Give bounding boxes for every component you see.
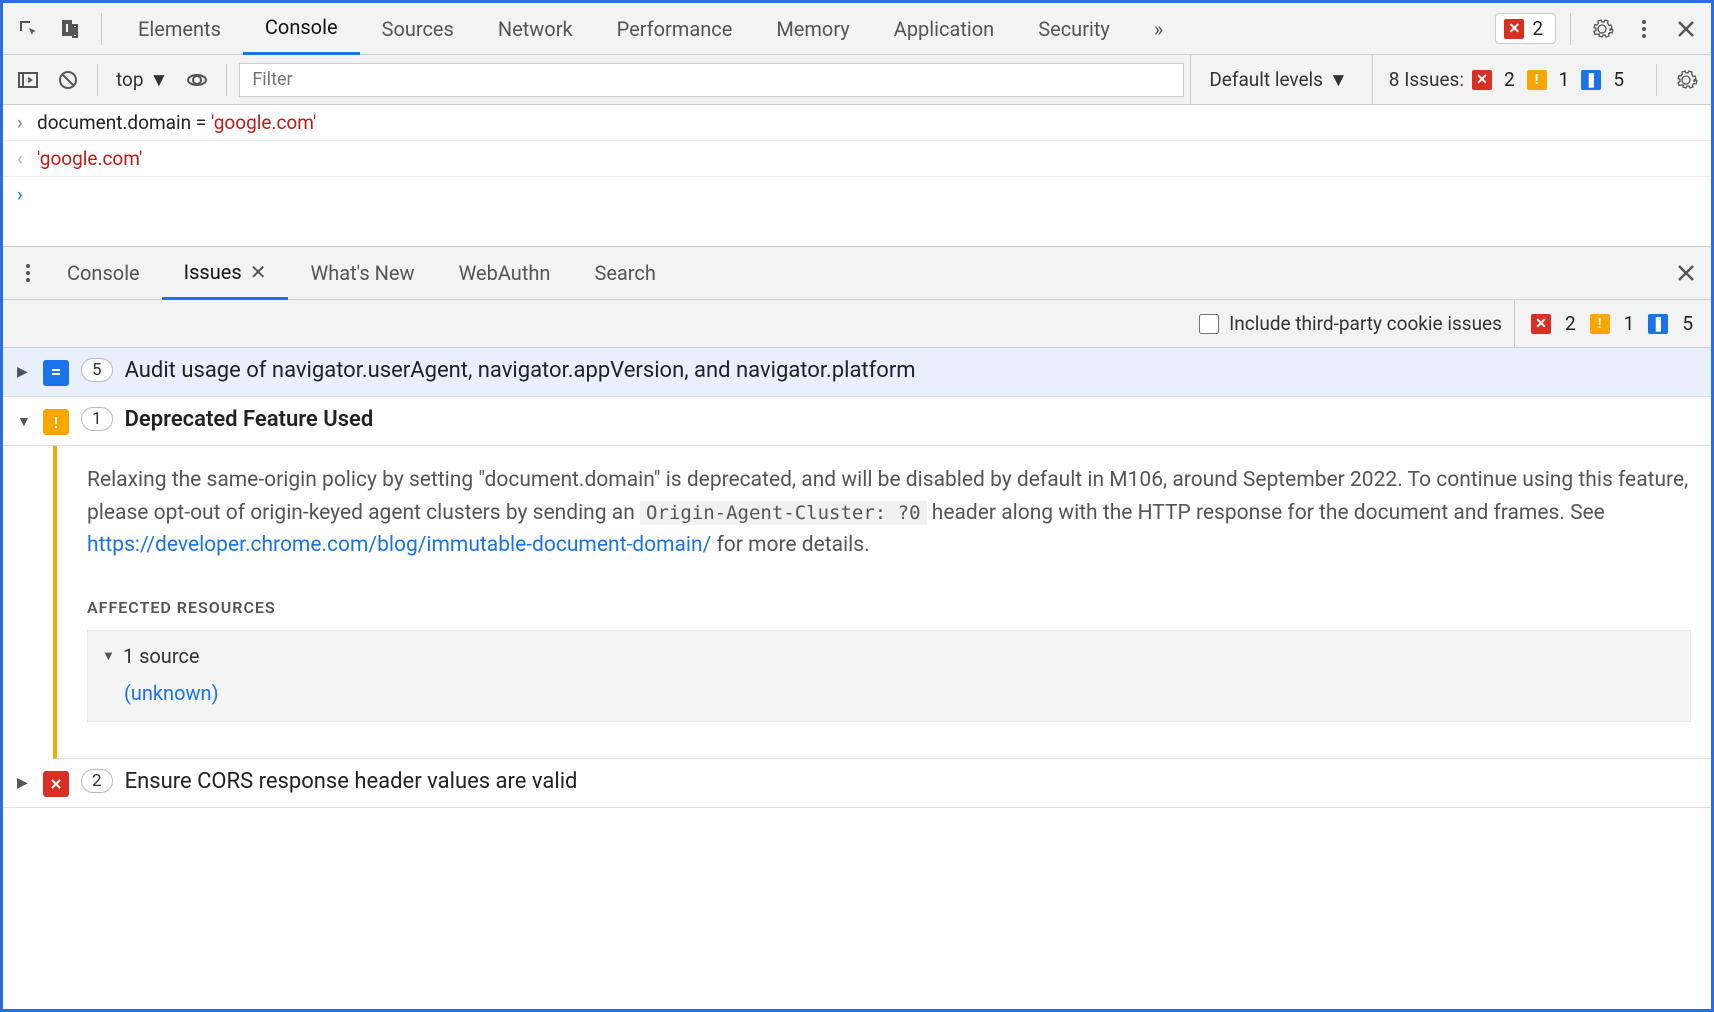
separator [226, 64, 227, 96]
doc-link[interactable]: https://developer.chrome.com/blog/immuta… [87, 533, 711, 557]
include-third-party-checkbox[interactable]: Include third-party cookie issues [1199, 312, 1502, 335]
inspect-element-icon[interactable] [11, 12, 45, 46]
chevron-down-icon: ▼ [1329, 68, 1348, 92]
code-string: 'google.com' [37, 147, 142, 170]
issue-row[interactable]: ▼ 1 Deprecated Feature Used [3, 397, 1711, 446]
tab-network[interactable]: Network [476, 3, 595, 55]
console-sidebar-toggle-icon[interactable] [11, 63, 45, 97]
issue-count-pill: 1 [81, 407, 113, 431]
issue-title: Deprecated Feature Used [125, 407, 374, 432]
issues-badge-group: ✕2 !1 ❚5 [1514, 300, 1697, 348]
issue-row[interactable]: ▶ 2 Ensure CORS response header values a… [3, 759, 1711, 808]
collapse-caret-icon[interactable]: ▼ [102, 647, 115, 667]
drawer-tab-console[interactable]: Console [45, 261, 162, 285]
error-icon: ✕ [1472, 70, 1492, 90]
affected-resources-header: AFFECTED RESOURCES [87, 596, 1691, 621]
console-filter-input[interactable] [239, 63, 1184, 97]
tab-label: Issues [184, 260, 242, 284]
drawer-kebab-icon[interactable] [11, 256, 45, 290]
tab-overflow[interactable]: » [1132, 3, 1185, 55]
console-prompt[interactable]: › [3, 177, 1711, 246]
console-command-row[interactable]: › document.domain = 'google.com' [3, 105, 1711, 141]
drawer-tab-webauthn[interactable]: WebAuthn [437, 261, 573, 285]
checkbox-label: Include third-party cookie issues [1229, 312, 1502, 335]
drawer-tabs: Console Issues ✕ What's New WebAuthn Sea… [3, 246, 1711, 300]
separator [101, 13, 102, 45]
error-icon: ✕ [1531, 314, 1551, 334]
tab-memory[interactable]: Memory [754, 3, 871, 55]
warning-icon: ! [1590, 314, 1610, 334]
tab-security[interactable]: Security [1016, 3, 1132, 55]
issue-title: Audit usage of navigator.userAgent, navi… [125, 358, 916, 383]
tab-elements[interactable]: Elements [116, 3, 243, 55]
top-tabs: Elements Console Sources Network Perform… [116, 3, 1185, 55]
log-levels-selector[interactable]: Default levels ▼ [1190, 55, 1365, 105]
code-text: document.domain = [37, 111, 211, 134]
tab-sources[interactable]: Sources [360, 3, 476, 55]
console-output: › document.domain = 'google.com' ‹ 'goog… [3, 105, 1711, 246]
levels-label: Default levels [1209, 68, 1323, 91]
settings-icon[interactable] [1585, 12, 1619, 46]
issue-row[interactable]: ▶ 5 Audit usage of navigator.userAgent, … [3, 348, 1711, 397]
top-right-controls: ✕ 2 [1495, 12, 1703, 46]
error-count: 2 [1532, 17, 1543, 40]
issue-detail: Relaxing the same-origin policy by setti… [53, 446, 1711, 759]
code-string: 'google.com' [211, 111, 316, 134]
live-expression-icon[interactable] [180, 63, 214, 97]
issue-description: Relaxing the same-origin policy by setti… [87, 464, 1691, 562]
sources-count: 1 source [123, 641, 200, 672]
execution-context-selector[interactable]: top ▼ [110, 68, 174, 92]
tab-application[interactable]: Application [872, 3, 1016, 55]
close-drawer-icon[interactable] [1669, 256, 1703, 290]
clear-console-icon[interactable] [51, 63, 85, 97]
info-issue-icon [43, 360, 69, 386]
collapse-caret-icon[interactable]: ▼ [17, 413, 31, 430]
tab-console[interactable]: Console [243, 3, 360, 55]
close-devtools-icon[interactable] [1669, 12, 1703, 46]
code-snippet: Origin-Agent-Cluster: ?0 [640, 501, 927, 525]
drawer-tab-issues[interactable]: Issues ✕ [162, 246, 289, 300]
issues-summary-label: 8 Issues: [1389, 68, 1464, 91]
error-issue-icon [43, 771, 69, 797]
issues-toolbar: Include third-party cookie issues ✕2 !1 … [3, 300, 1711, 348]
affected-resources-box: ▼ 1 source (unknown) [87, 630, 1691, 722]
tab-performance[interactable]: Performance [595, 3, 755, 55]
console-settings-icon[interactable] [1669, 63, 1703, 97]
separator [97, 64, 98, 96]
issues-summary[interactable]: 8 Issues: ✕2 !1 ❚5 [1372, 55, 1644, 105]
source-link[interactable]: (unknown) [102, 672, 1676, 711]
expand-caret-icon[interactable]: ▶ [17, 775, 31, 791]
console-result-row[interactable]: ‹ 'google.com' [3, 141, 1711, 177]
console-toolbar: top ▼ Default levels ▼ 8 Issues: ✕2 !1 ❚… [3, 55, 1711, 105]
warning-issue-icon [43, 409, 69, 435]
issue-count-pill: 5 [81, 358, 113, 382]
issue-count-pill: 2 [81, 769, 113, 793]
separator [1656, 64, 1657, 96]
issues-list: ▶ 5 Audit usage of navigator.userAgent, … [3, 348, 1711, 808]
warning-icon: ! [1527, 70, 1547, 90]
device-toolbar-icon[interactable] [53, 12, 87, 46]
info-icon: ❚ [1581, 70, 1601, 90]
kebab-menu-icon[interactable] [1627, 12, 1661, 46]
info-icon: ❚ [1648, 314, 1668, 334]
separator [1570, 13, 1571, 45]
close-tab-icon[interactable]: ✕ [250, 260, 267, 284]
drawer-tab-whatsnew[interactable]: What's New [288, 261, 436, 285]
source-summary-row[interactable]: ▼ 1 source [102, 641, 1676, 672]
error-icon: ✕ [1504, 19, 1524, 39]
devtools-top-toolbar: Elements Console Sources Network Perform… [3, 3, 1711, 55]
drawer-tab-search[interactable]: Search [572, 261, 677, 285]
error-counter[interactable]: ✕ 2 [1495, 13, 1556, 44]
checkbox-input[interactable] [1199, 314, 1219, 334]
issue-title: Ensure CORS response header values are v… [125, 769, 578, 794]
chevron-down-icon: ▼ [150, 68, 169, 92]
context-label: top [116, 68, 144, 91]
expand-caret-icon[interactable]: ▶ [17, 364, 31, 380]
